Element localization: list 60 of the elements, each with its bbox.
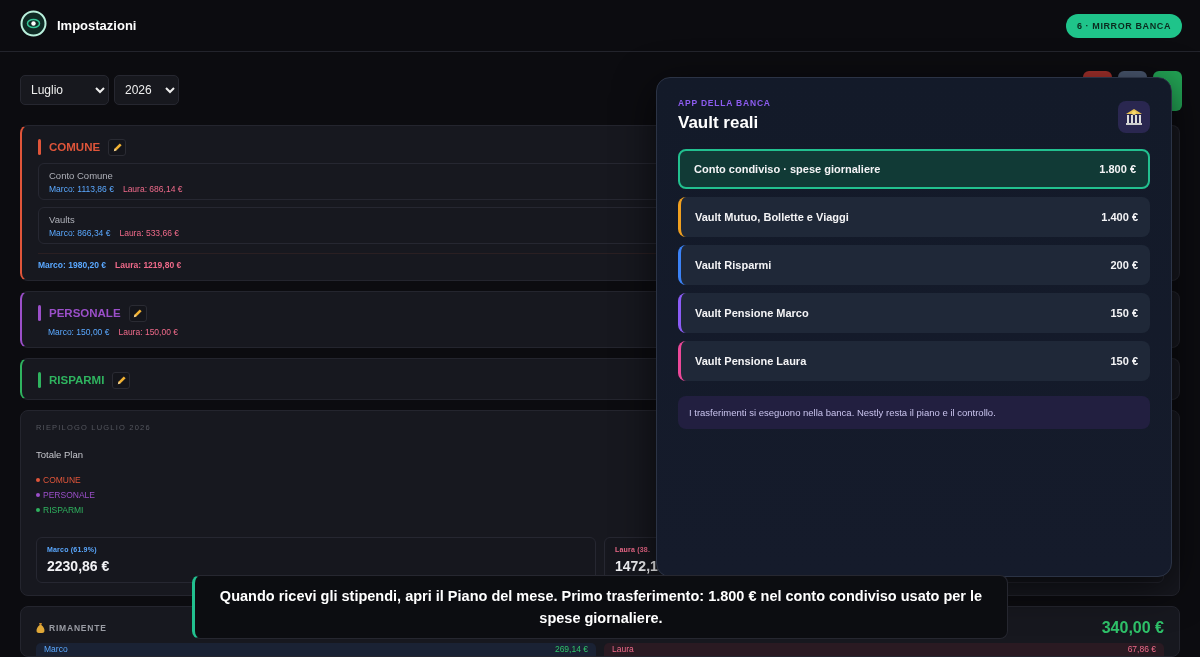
- vault-row[interactable]: Conto condiviso · spese giornaliere 1.800 €: [678, 149, 1150, 189]
- month-select[interactable]: Luglio: [20, 75, 109, 105]
- edit-button[interactable]: [128, 304, 147, 322]
- year-select[interactable]: 2026: [114, 75, 179, 105]
- pencil-icon: [111, 141, 123, 153]
- person-amount: 2230,86 €: [47, 558, 111, 574]
- pencil-icon: [115, 374, 127, 386]
- page-title: Impostazioni: [57, 18, 137, 33]
- legend-label: COMUNE: [43, 475, 81, 485]
- color-bar: [38, 139, 41, 155]
- eye-logo-icon: [20, 10, 47, 37]
- tour-caption-text: Quando ricevi gli stipendi, apri il Piano del mese. Primo trasferimento: 1.800 € nel conto condiviso usato per le spese giornaliere.: [218, 587, 984, 628]
- vault-row[interactable]: Vault Pensione Laura 150 €: [678, 341, 1150, 381]
- money-bag-icon: [36, 621, 45, 633]
- marco-share: Marco: 1113,86 €: [49, 184, 114, 194]
- category-name: COMUNE: [49, 141, 101, 153]
- vault-amount: 1.800 €: [1099, 163, 1136, 175]
- vault-name: Vault Pensione Marco: [695, 307, 809, 319]
- vault-name: Vault Pensione Laura: [695, 355, 807, 367]
- marco-share: Marco: 866,34 €: [49, 228, 111, 238]
- legend-label: PERSONALE: [43, 490, 95, 500]
- vault-name: Vault Mutuo, Bollette e Viaggi: [695, 211, 849, 223]
- person-remaining-amount: 269,14 €: [554, 644, 588, 656]
- laura-total: Laura: 1219,80 €: [115, 260, 182, 270]
- laura-share: Laura: 533,66 €: [119, 228, 179, 238]
- color-bar: [38, 372, 41, 388]
- account-name: Vaults: [49, 214, 75, 225]
- total-label: Totale Plan: [36, 449, 84, 460]
- person-amount: 1472,1: [615, 558, 659, 574]
- edit-button[interactable]: [108, 138, 127, 156]
- vault-name: Conto condiviso · spese giornaliere: [694, 163, 881, 175]
- marco-total: Marco: 150,00 €: [48, 327, 110, 337]
- laura-total: Laura: 150,00 €: [118, 327, 178, 337]
- panel-eyebrow: APP DELLA BANCA: [678, 98, 771, 108]
- vault-amount: 1.400 €: [1101, 211, 1138, 223]
- person-remaining-amount: 67,86 €: [1127, 644, 1156, 656]
- edit-button[interactable]: [112, 371, 131, 389]
- info-note: I trasferimenti si eseguono nella banca. Nestly resta il piano e il controllo.: [678, 396, 1150, 429]
- remaining-amount: 340,00 €: [1101, 619, 1164, 637]
- person-name: Marco: [44, 644, 68, 656]
- account-name: Conto Comune: [49, 170, 113, 181]
- vault-row[interactable]: Vault Risparmi 200 €: [678, 245, 1150, 285]
- category-name: PERSONALE: [49, 307, 121, 319]
- vault-amount: 150 €: [1110, 307, 1138, 319]
- legend-label: RISPARMI: [43, 505, 84, 515]
- vault-row[interactable]: Vault Pensione Marco 150 €: [678, 293, 1150, 333]
- vault-row[interactable]: Vault Mutuo, Bollette e Viaggi 1.400 €: [678, 197, 1150, 237]
- panel-title: Vault reali: [678, 113, 760, 133]
- remaining-label: RIMANENTE: [49, 623, 107, 633]
- pencil-icon: [132, 307, 144, 319]
- vault-amount: 200 €: [1110, 259, 1138, 271]
- person-name: Laura: [612, 644, 634, 656]
- bank-icon: [1125, 108, 1143, 126]
- category-name: RISPARMI: [49, 374, 105, 386]
- marco-total: Marco: 1980,20 €: [38, 260, 107, 270]
- step-button[interactable]: 6 · MIRROR BANCA: [1065, 13, 1182, 38]
- vault-name: Vault Risparmi: [695, 259, 772, 271]
- color-bar: [38, 305, 41, 321]
- vault-amount: 150 €: [1110, 355, 1138, 367]
- laura-share: Laura: 686,14 €: [122, 184, 183, 194]
